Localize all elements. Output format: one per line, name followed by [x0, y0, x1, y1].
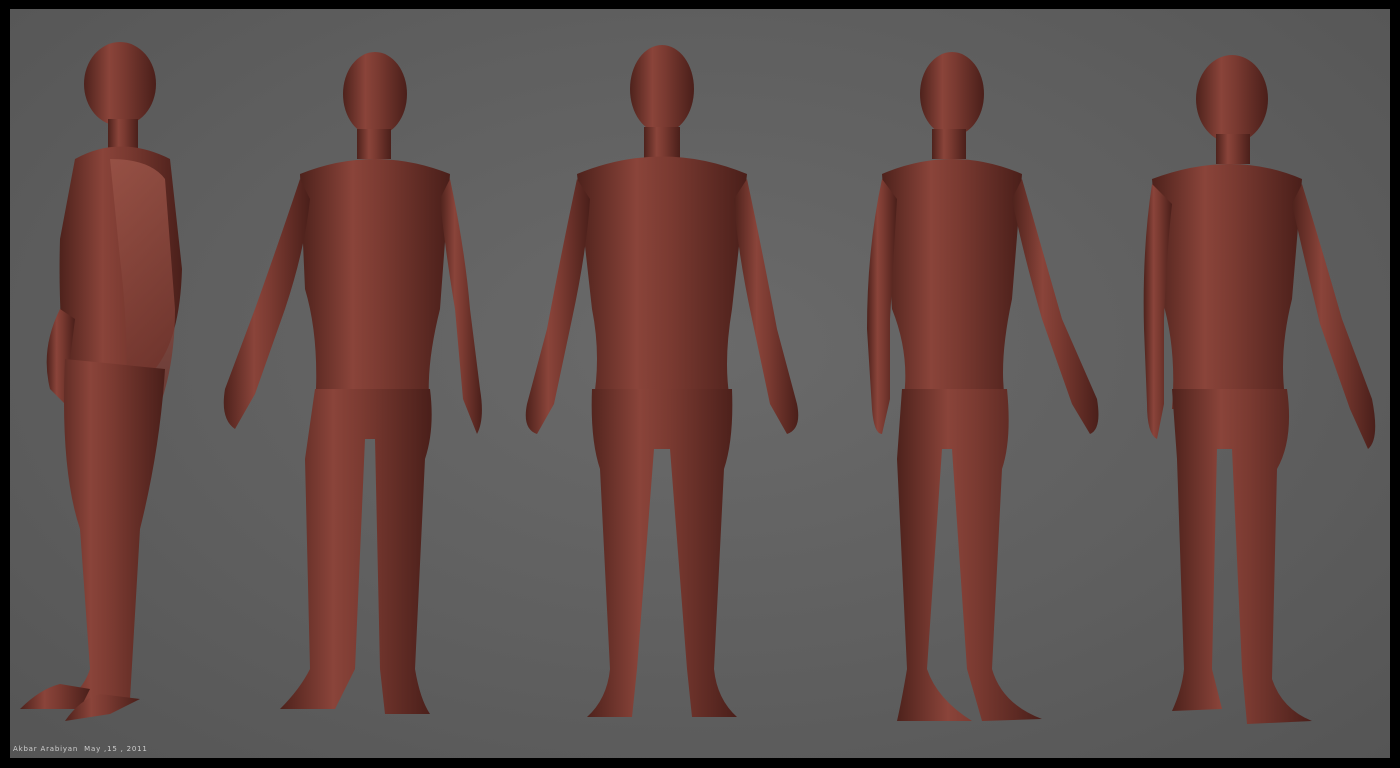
image-frame: Akbar Arabiyan May ,15 , 2011 [0, 0, 1400, 768]
author-caption: Akbar Arabiyan May ,15 , 2011 [13, 745, 148, 753]
figures-illustration [20, 42, 1376, 724]
figure-front-view [525, 45, 799, 717]
figure-three-quarter-left [223, 52, 482, 714]
render-viewport [10, 9, 1390, 758]
figure-back-view [1143, 55, 1376, 724]
figure-three-quarter-right [867, 52, 1099, 721]
figure-side-view [20, 42, 182, 721]
